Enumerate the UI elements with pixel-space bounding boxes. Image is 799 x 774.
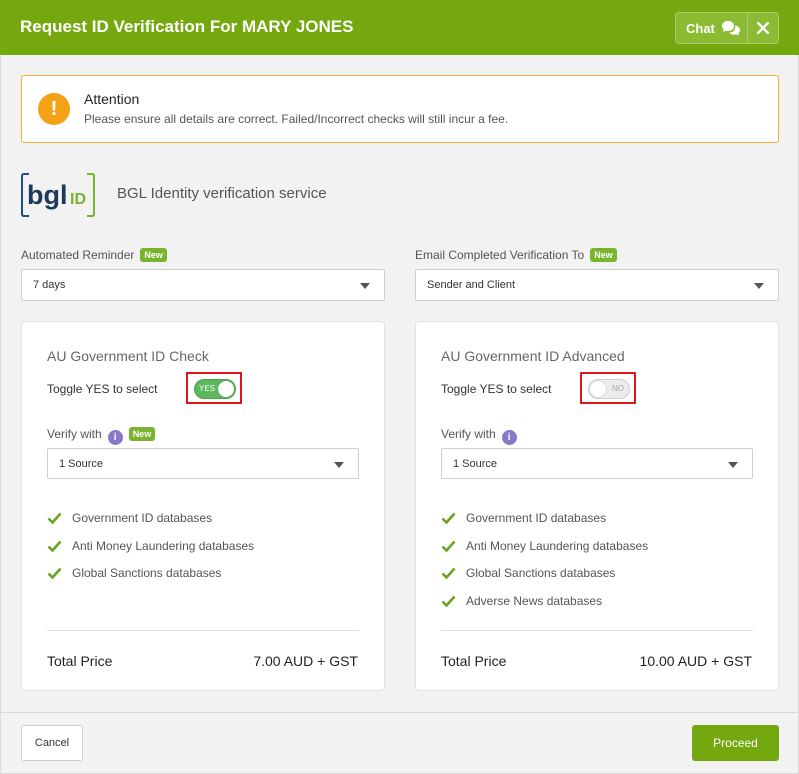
info-icon[interactable]: i: [501, 430, 517, 445]
check-icon: [47, 540, 62, 552]
source-select-value: 1 Source: [453, 457, 498, 470]
dialog-header: Request ID Verification For MARY JONES C…: [0, 0, 799, 55]
chat-bubbles-icon: [721, 21, 740, 36]
exclamation-icon: !: [38, 93, 70, 125]
total-price-value: 10.00 AUD + GST: [639, 653, 752, 669]
product-card-id-check: AU Government ID Check Toggle YES to sel…: [21, 321, 385, 691]
chevron-down-icon: [334, 462, 344, 468]
new-badge: New: [128, 427, 156, 441]
divider: [441, 630, 753, 631]
feature-list: Government ID databases Anti Money Laund…: [47, 504, 254, 587]
feature-label: Government ID databases: [466, 510, 607, 525]
dialog-body: ! Attention Please ensure all details ar…: [0, 55, 799, 712]
feature-label: Adverse News databases: [466, 593, 603, 608]
close-button[interactable]: [747, 12, 779, 44]
email-label-row: Email Completed Verification To New: [415, 248, 617, 262]
service-name: BGL Identity verification service: [117, 185, 327, 202]
check-icon: [441, 540, 456, 552]
toggle-state-text: NO: [612, 384, 624, 393]
verify-label: Verify with: [441, 427, 496, 441]
chat-button-label: Chat: [686, 20, 715, 36]
toggle-knob: [590, 381, 606, 397]
feature-label: Anti Money Laundering databases: [466, 538, 649, 553]
feature-list: Government ID databases Anti Money Laund…: [441, 504, 648, 615]
dialog-title: Request ID Verification For MARY JONES: [20, 17, 354, 36]
bgl-id-logo: bgl ID: [21, 173, 95, 217]
check-icon: [47, 567, 62, 580]
cancel-button[interactable]: Cancel: [21, 725, 83, 761]
toggle-knob: [218, 381, 234, 397]
source-select-value: 1 Source: [59, 457, 104, 470]
feature-label: Global Sanctions databases: [466, 566, 616, 581]
email-label: Email Completed Verification To: [415, 248, 585, 262]
feature-label: Anti Money Laundering databases: [72, 538, 255, 553]
product-card-id-advanced: AU Government ID Advanced Toggle YES to …: [415, 321, 779, 691]
check-icon: [441, 567, 456, 580]
source-select[interactable]: 1 Source: [47, 448, 359, 479]
source-select[interactable]: 1 Source: [441, 448, 753, 479]
verify-label-row: Verify with i New: [47, 427, 156, 445]
divider: [47, 630, 359, 631]
list-item: Anti Money Laundering databases: [47, 532, 254, 560]
card-title: AU Government ID Check: [47, 348, 209, 364]
feature-label: Government ID databases: [72, 510, 213, 525]
proceed-button[interactable]: Proceed: [692, 725, 779, 761]
reminder-label: Automated Reminder: [21, 248, 135, 262]
list-item: Adverse News databases: [441, 587, 648, 615]
alert-title: Attention: [84, 91, 140, 107]
card-title: AU Government ID Advanced: [441, 348, 625, 364]
list-item: Anti Money Laundering databases: [441, 532, 648, 560]
check-icon: [47, 512, 62, 524]
dialog-footer: Cancel Proceed: [0, 712, 799, 774]
chevron-down-icon: [728, 462, 738, 468]
total-price-label: Total Price: [441, 653, 507, 669]
list-item: Global Sanctions databases: [47, 559, 254, 587]
check-icon: [441, 512, 456, 524]
list-item: Government ID databases: [441, 504, 648, 532]
email-select-value: Sender and Client: [427, 279, 516, 291]
reminder-select[interactable]: 7 days: [21, 269, 385, 301]
new-badge: New: [140, 248, 167, 262]
reminder-label-row: Automated Reminder New: [21, 248, 167, 262]
logo-text: bgl: [27, 180, 68, 210]
chat-button[interactable]: Chat: [675, 12, 747, 44]
chevron-down-icon: [754, 283, 764, 289]
info-icon[interactable]: i: [107, 430, 123, 445]
reminder-select-value: 7 days: [33, 279, 66, 291]
list-item: Government ID databases: [47, 504, 254, 532]
check-icon: [441, 595, 456, 607]
chevron-down-icon: [360, 283, 370, 289]
toggle-state-text: YES: [199, 384, 216, 393]
verify-label: Verify with: [47, 427, 102, 441]
logo-badge-text: ID: [70, 191, 86, 208]
toggle-label: Toggle YES to select: [47, 382, 158, 396]
list-item: Global Sanctions databases: [441, 559, 648, 587]
select-toggle[interactable]: YES: [194, 379, 236, 399]
total-price-value: 7.00 AUD + GST: [253, 653, 358, 669]
email-recipient-select[interactable]: Sender and Client: [415, 269, 779, 301]
close-icon: [757, 22, 769, 34]
select-toggle[interactable]: NO: [588, 379, 630, 399]
alert-text: Please ensure all details are correct. F…: [84, 112, 509, 126]
total-price-label: Total Price: [47, 653, 113, 669]
new-badge: New: [590, 248, 617, 262]
feature-label: Global Sanctions databases: [72, 566, 222, 581]
verify-label-row: Verify with i: [441, 427, 517, 445]
attention-alert: ! Attention Please ensure all details ar…: [21, 75, 779, 143]
toggle-label: Toggle YES to select: [441, 382, 552, 396]
